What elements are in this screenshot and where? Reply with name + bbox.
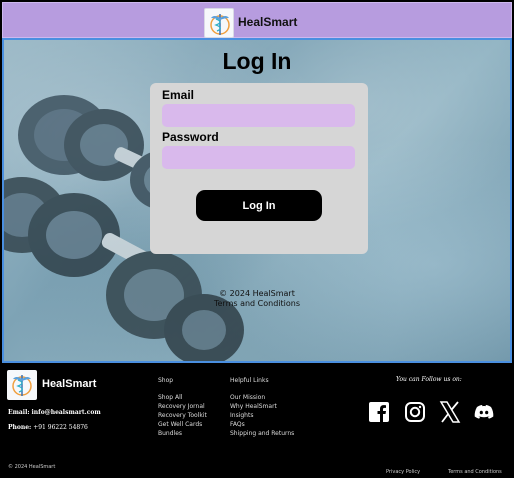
footer-email: Email: info@healsmart.com bbox=[8, 409, 101, 416]
email-label: Email: bbox=[8, 409, 30, 416]
help-link-mission[interactable]: Our Mission bbox=[230, 393, 294, 402]
helpful-links: Our Mission Why HealSmart Insights FAQs … bbox=[230, 393, 294, 438]
login-form: Email Password Log In bbox=[150, 83, 368, 254]
shop-link-bundles[interactable]: Bundles bbox=[158, 429, 207, 438]
login-hero: Log In Email Password Log In © 2024 Heal… bbox=[2, 38, 512, 363]
email-address-link[interactable]: info@healsmart.com bbox=[32, 409, 101, 416]
email-label: Email bbox=[162, 88, 195, 102]
phone-number: +91 96222 54876 bbox=[33, 424, 88, 431]
page-title: Log In bbox=[222, 48, 292, 74]
discord-icon[interactable] bbox=[473, 401, 495, 423]
footer-phone: Phone: +91 96222 54876 bbox=[8, 424, 88, 431]
shop-column-title: Shop bbox=[158, 377, 174, 384]
phone-label: Phone: bbox=[8, 424, 32, 431]
site-footer: HealSmart Email: info@healsmart.com Phon… bbox=[0, 363, 514, 478]
follow-us-title: You can Follow us on: bbox=[396, 376, 462, 383]
help-link-insights[interactable]: Insights bbox=[230, 411, 294, 420]
terms-link[interactable]: Terms and Conditions bbox=[448, 469, 502, 475]
password-label: Password bbox=[162, 130, 219, 144]
footer-brand-name: HealSmart bbox=[42, 378, 97, 390]
shop-link-journal[interactable]: Recovery Jornal bbox=[158, 402, 207, 411]
shop-link-toolkit[interactable]: Recovery Toolkit bbox=[158, 411, 207, 420]
help-link-why[interactable]: Why HealSmart bbox=[230, 402, 294, 411]
password-field[interactable] bbox=[162, 146, 355, 169]
shop-link-all[interactable]: Shop All bbox=[158, 393, 207, 402]
shop-links: Shop All Recovery Jornal Recovery Toolki… bbox=[158, 393, 207, 438]
hero-footer: © 2024 HealSmart Terms and Conditions bbox=[4, 289, 510, 309]
helpful-links-title: Helpful Links bbox=[230, 377, 269, 384]
instagram-icon[interactable] bbox=[404, 401, 426, 423]
privacy-policy-link[interactable]: Privacy Policy bbox=[386, 469, 420, 475]
caduceus-logo-icon[interactable] bbox=[204, 8, 234, 38]
login-button[interactable]: Log In bbox=[196, 190, 322, 221]
help-link-shipping[interactable]: Shipping and Returns bbox=[230, 429, 294, 438]
top-header: HealSmart bbox=[2, 2, 512, 38]
help-link-faqs[interactable]: FAQs bbox=[230, 420, 294, 429]
shop-link-cards[interactable]: Get Well Cards bbox=[158, 420, 207, 429]
facebook-icon[interactable] bbox=[368, 401, 390, 423]
header-brand-name: HealSmart bbox=[238, 15, 298, 29]
x-icon[interactable] bbox=[439, 401, 461, 423]
hero-terms-link[interactable]: Terms and Conditions bbox=[4, 299, 510, 309]
email-field[interactable] bbox=[162, 104, 355, 127]
caduceus-logo-icon[interactable] bbox=[7, 370, 37, 400]
footer-copyright: © 2024 HealSmart bbox=[8, 464, 56, 470]
hero-copyright: © 2024 HealSmart bbox=[219, 289, 295, 298]
